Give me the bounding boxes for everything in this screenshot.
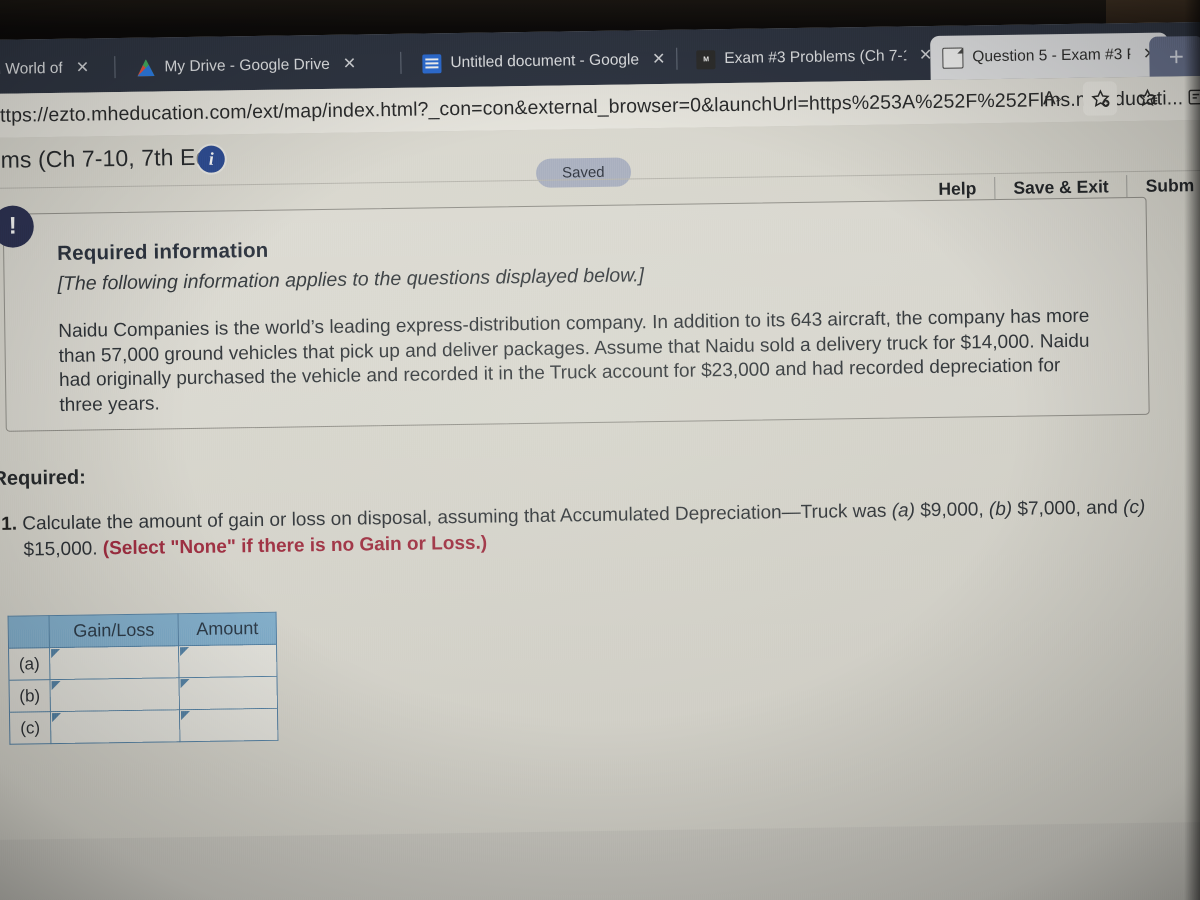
required-label: Required: (0, 466, 87, 490)
add-favorite-icon[interactable] (1082, 81, 1118, 116)
help-button[interactable]: Help (920, 178, 994, 200)
cell-b-amount[interactable] (178, 676, 278, 710)
column-header-gain-loss: Gain/Loss (49, 613, 179, 648)
info-icon[interactable]: i (197, 145, 225, 173)
collections-icon[interactable] (1179, 80, 1200, 115)
save-and-exit-button[interactable]: Save & Exit (995, 176, 1127, 199)
tab-title: Question 5 - Exam #3 Proble (972, 46, 1131, 66)
table-row: (b) (9, 676, 278, 713)
part-c-label: (c) (1122, 496, 1146, 519)
row-label-c: (c) (9, 711, 51, 745)
answer-table: Gain/Loss Amount (a) (b) (c) (7, 611, 279, 745)
cell-b-gain-loss[interactable] (49, 677, 180, 712)
cell-c-gain-loss[interactable] (50, 709, 180, 744)
table-header-row: Gain/Loss Amount (8, 612, 277, 649)
row-label-b: (b) (9, 679, 51, 713)
part-b-value: $7,000, and (1017, 497, 1118, 520)
row-label-a: (a) (8, 647, 50, 681)
photo-of-monitor: d World of ✕ My Drive - Google Drive ✕ U… (0, 0, 1200, 900)
cell-c-amount[interactable] (179, 708, 278, 742)
page-icon (942, 47, 964, 69)
google-docs-icon (422, 53, 442, 74)
tab-title: My Drive - Google Drive (164, 55, 330, 76)
browser-toolbar-icons: A» (1035, 80, 1200, 117)
cell-a-amount[interactable] (178, 644, 277, 678)
tab-title: Untitled document - Google (450, 51, 640, 72)
tab-close-icon[interactable]: ✕ (339, 56, 361, 73)
part-a-label: (a) (891, 500, 916, 522)
table-row: (c) (9, 708, 278, 745)
google-drive-icon (136, 58, 155, 77)
browser-tab-3[interactable]: M Exam #3 Problems (Ch 7-10 ✕ (684, 34, 945, 82)
tab-title: Exam #3 Problems (Ch 7-10 (724, 47, 907, 68)
tab-close-icon[interactable]: ✕ (648, 51, 670, 68)
tab-close-icon[interactable]: ✕ (72, 59, 94, 76)
favorites-icon[interactable] (1131, 81, 1166, 116)
part-a-value: $9,000, (920, 499, 984, 522)
question-number: 1. (1, 513, 18, 535)
browser-tab-4-active[interactable]: Question 5 - Exam #3 Proble ✕ (930, 32, 1169, 80)
cell-a-gain-loss[interactable] (49, 645, 179, 680)
required-information-body: Naidu Companies is the world’s leading e… (58, 305, 1090, 416)
status-badge-saved: Saved (535, 157, 631, 188)
url-text: https://ezto.mheducation.com/ext/map/ind… (0, 86, 1184, 127)
required-information-heading: Required information (57, 238, 269, 265)
column-header-amount: Amount (178, 612, 277, 646)
part-c-value: $15,000. (23, 538, 98, 561)
read-aloud-icon[interactable]: A» (1035, 82, 1070, 117)
submit-button[interactable]: Subm (1128, 174, 1200, 196)
mcgraw-hill-icon: M (696, 49, 716, 69)
table-row: (a) (8, 644, 277, 681)
page-body: ems (Ch 7-10, 7th Ed) i Saved Help Save … (0, 119, 1200, 900)
part-b-label: (b) (988, 498, 1013, 521)
tab-title: d World of (0, 59, 63, 78)
page-title: ems (Ch 7-10, 7th Ed) (0, 143, 217, 173)
browser-tab-1[interactable]: My Drive - Google Drive ✕ (124, 42, 407, 90)
new-tab-button[interactable]: + (1149, 35, 1200, 77)
browser-tab-2[interactable]: Untitled document - Google ✕ (410, 38, 689, 86)
header-actions: Help Save & Exit Subm (920, 174, 1200, 200)
table-corner-header (8, 615, 50, 649)
monitor-screen: d World of ✕ My Drive - Google Drive ✕ U… (0, 21, 1200, 900)
question-instruction: (Select "None" if there is no Gain or Lo… (102, 532, 488, 560)
